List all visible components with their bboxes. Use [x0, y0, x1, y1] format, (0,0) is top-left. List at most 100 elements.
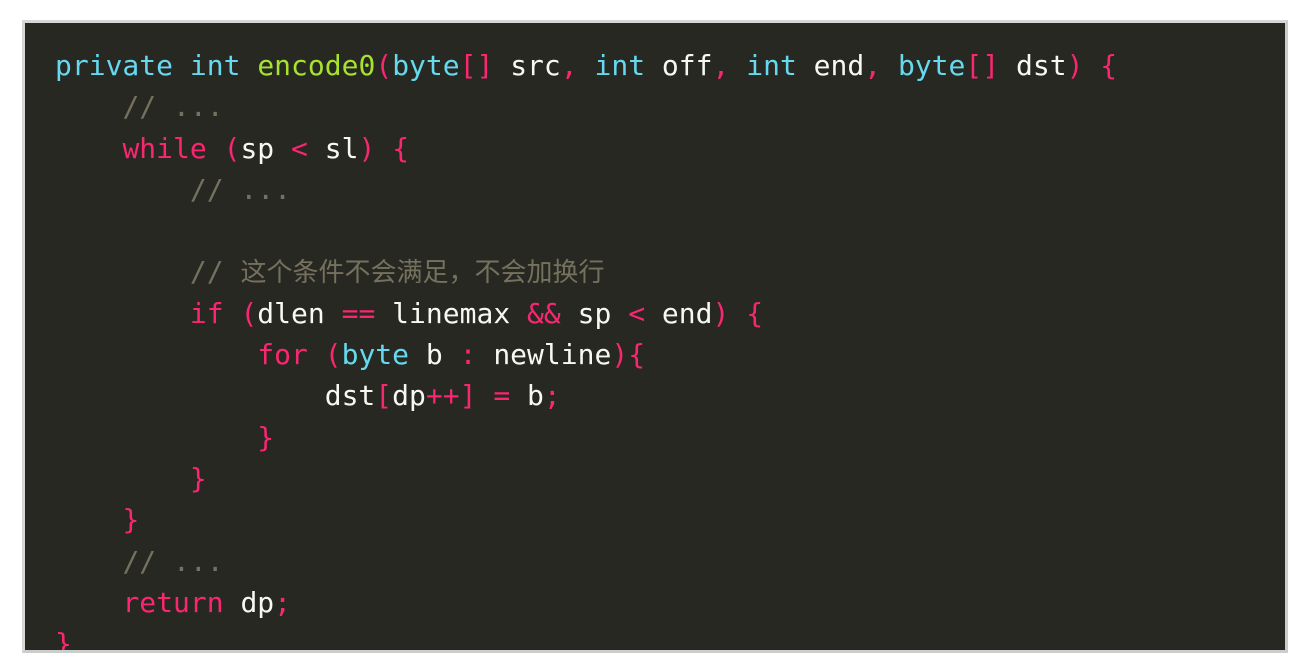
code-token: = — [493, 379, 511, 413]
code-token: ; — [274, 585, 292, 619]
code-token: ++ — [425, 379, 460, 413]
code-line: } — [55, 458, 1285, 499]
code-token: ] — [459, 379, 477, 413]
code-block[interactable]: private int encode0(byte[] src, int off,… — [22, 20, 1288, 653]
code-token: , — [560, 49, 578, 82]
code-token: sp — [560, 296, 629, 330]
code-token: } — [257, 420, 275, 454]
code-token: newline — [476, 338, 612, 372]
code-token: // ... — [122, 90, 224, 124]
code-line: // ... — [55, 169, 1285, 210]
code-line: private int encode0(byte[] src, int off,… — [55, 45, 1285, 86]
code-token: && — [527, 296, 561, 330]
code-token: ( — [240, 296, 258, 330]
code-token: } — [55, 627, 72, 653]
code-token: == — [341, 296, 376, 330]
code-content[interactable]: private int encode0(byte[] src, int off,… — [55, 45, 1285, 650]
code-token: src — [493, 49, 561, 82]
code-token: [ — [375, 379, 393, 413]
code-line: while (sp < sl) { — [55, 128, 1285, 169]
code-token: < — [628, 296, 646, 330]
code-token: off — [645, 49, 713, 82]
code-token: int — [746, 49, 797, 82]
code-token: : — [459, 338, 477, 372]
code-token: { — [746, 296, 764, 330]
code-token: int — [594, 49, 646, 82]
code-line: for (byte b : newline){ — [55, 334, 1285, 375]
code-token: private — [55, 49, 174, 82]
code-token: dp — [392, 379, 426, 413]
code-token: sl — [307, 131, 359, 165]
code-token: ) — [1066, 49, 1084, 82]
code-token: { — [628, 338, 646, 372]
code-token: { — [1100, 49, 1118, 82]
code-token: ) — [712, 296, 730, 330]
code-token: encode0 — [257, 49, 376, 82]
code-line: return dp; — [55, 582, 1285, 623]
code-token: return — [122, 585, 224, 619]
code-token: int — [189, 49, 241, 82]
code-token: // ... — [122, 544, 224, 578]
code-line: dst[dp++] = b; — [55, 375, 1285, 416]
code-line: // ... — [55, 541, 1285, 582]
code-line: if (dlen == linemax && sp < end) { — [55, 293, 1285, 334]
code-token: < — [291, 131, 308, 165]
code-token: ( — [375, 49, 393, 82]
code-line: } — [55, 417, 1285, 458]
code-token: linemax — [375, 296, 528, 330]
code-token: , — [712, 49, 730, 82]
code-token: [] — [965, 49, 1000, 82]
code-token: for — [257, 338, 308, 372]
code-token: dst — [324, 379, 376, 413]
code-token: 这个条件不会满足，不会加换行 — [240, 258, 605, 289]
page-root: private int encode0(byte[] src, int off,… — [0, 0, 1308, 670]
code-token: ( — [223, 131, 241, 165]
code-token: ) — [358, 131, 376, 165]
code-line: } — [55, 499, 1285, 540]
code-token: dlen — [257, 296, 325, 330]
code-token: dst — [999, 49, 1067, 82]
code-token: byte — [897, 49, 966, 82]
code-token: } — [122, 503, 140, 537]
code-line: // ... — [55, 86, 1285, 127]
code-token: byte — [341, 338, 410, 372]
code-token: byte — [392, 49, 460, 82]
code-token: end — [645, 296, 713, 330]
code-token: } — [189, 461, 207, 495]
code-token: // ... — [189, 172, 292, 206]
code-token: , — [864, 49, 882, 82]
code-line: // 这个条件不会满足，不会加换行 — [55, 251, 1285, 292]
code-token: { — [392, 131, 410, 165]
code-token: sp — [240, 131, 275, 165]
code-token: ) — [611, 338, 629, 372]
code-token: // — [189, 255, 241, 289]
code-token: ( — [324, 338, 342, 372]
code-token: while — [122, 131, 207, 165]
code-token: dp — [223, 585, 275, 619]
code-token: ; — [543, 379, 561, 413]
code-token: end — [796, 49, 865, 82]
